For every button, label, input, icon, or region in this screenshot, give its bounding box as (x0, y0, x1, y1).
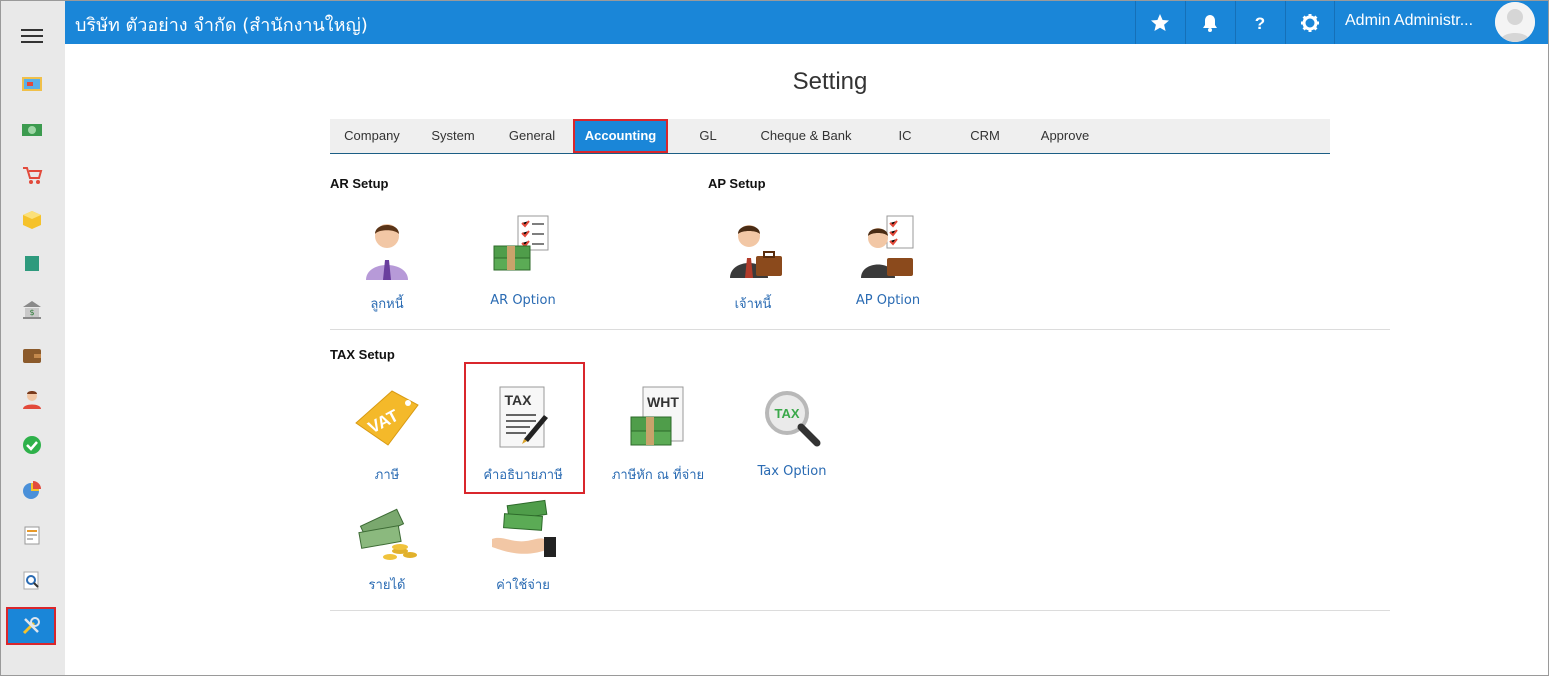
avatar[interactable] (1495, 2, 1535, 42)
creditor-icon (730, 225, 782, 278)
tile-label: ค่าใช้จ่าย (496, 578, 550, 593)
ap-setup-title: AP Setup (708, 176, 766, 191)
user-avatar-icon (1495, 2, 1535, 42)
tile-label: ภาษี (374, 468, 400, 483)
section-divider (330, 329, 1390, 330)
tab-approve[interactable]: Approve (1024, 119, 1106, 153)
tile-expense[interactable]: ค่าใช้จ่าย (463, 493, 583, 595)
expense-icon (492, 499, 556, 557)
tile-label: Tax Option (757, 464, 827, 479)
ar-setup-title: AR Setup (330, 176, 389, 191)
sidebar-item-check[interactable] (11, 427, 53, 463)
bell-icon (1203, 14, 1217, 32)
sidebar-item-report[interactable] (11, 517, 53, 553)
report-icon (24, 526, 40, 545)
sidebar-item-search[interactable] (11, 562, 53, 598)
tax-setup-title: TAX Setup (330, 347, 395, 362)
vat-icon: VAT (355, 390, 419, 446)
menu-icon[interactable] (21, 29, 43, 47)
sidebar-item-money[interactable] (11, 112, 53, 148)
tile-ar-option[interactable]: AR Option (463, 212, 583, 308)
tile-wht[interactable]: WHT ภาษีหัก ณ ที่จ่าย (598, 383, 718, 485)
question-icon: ? (1255, 14, 1265, 33)
gear-icon (1301, 13, 1319, 32)
sidebar-item-book[interactable] (11, 247, 53, 283)
customer-icon (366, 224, 408, 280)
tile-ap-option[interactable]: AP Option (828, 212, 948, 308)
tile-income[interactable]: รายได้ (327, 493, 447, 595)
sidebar-item-box[interactable] (11, 202, 53, 238)
sidebar-item-person[interactable] (11, 382, 53, 418)
tab-system[interactable]: System (414, 119, 492, 153)
money-icon (22, 124, 42, 136)
tab-cheque-bank[interactable]: Cheque & Bank (748, 119, 864, 153)
sidebar-item-wallet[interactable] (11, 337, 53, 373)
svg-text:?: ? (1255, 14, 1265, 33)
tools-icon (22, 617, 40, 635)
tab-company[interactable]: Company (330, 119, 414, 153)
tile-tax-option[interactable]: TAX Tax Option (732, 383, 852, 479)
highlight-box (464, 362, 585, 494)
wallet-icon (23, 349, 41, 363)
tab-ic[interactable]: IC (864, 119, 946, 153)
book-icon (25, 256, 39, 274)
check-icon (23, 436, 41, 454)
income-icon (358, 508, 417, 560)
tab-gl[interactable]: GL (668, 119, 748, 153)
sidebar-item-presentation[interactable] (11, 67, 53, 103)
sidebar: $ (1, 1, 65, 675)
tab-accounting[interactable]: Accounting (573, 119, 668, 153)
company-name[interactable]: บริษัท ตัวอย่าง จำกัด (สำนักงานใหญ่) (75, 10, 368, 39)
tile-vat[interactable]: VAT ภาษี (327, 383, 447, 485)
favorites-button[interactable] (1135, 1, 1184, 44)
tax-option-icon: TAX (765, 391, 821, 447)
page-title: Setting (792, 68, 868, 95)
svg-text:WHT: WHT (647, 394, 679, 410)
pie-chart-icon (23, 481, 41, 499)
tab-general[interactable]: General (492, 119, 572, 153)
top-bar: บริษัท ตัวอย่าง จำกัด (สำนักงานใหญ่) ? A… (65, 1, 1548, 44)
ar-option-icon (493, 215, 549, 271)
tile-label: รายได้ (368, 578, 406, 593)
sidebar-item-bank[interactable]: $ (11, 292, 53, 328)
tile-label: AR Option (490, 293, 556, 308)
tile-label: เจ้าหนี้ (734, 297, 772, 312)
tile-creditor[interactable]: เจ้าหนี้ (693, 212, 813, 314)
ap-option-icon (861, 215, 914, 278)
sidebar-item-cart[interactable] (11, 157, 53, 193)
svg-text:TAX: TAX (774, 406, 799, 421)
box-icon (23, 211, 41, 229)
tab-crm[interactable]: CRM (946, 119, 1024, 153)
notifications-button[interactable] (1185, 1, 1234, 44)
person-icon (23, 391, 41, 409)
bank-icon: $ (23, 301, 41, 319)
cart-icon (23, 167, 43, 184)
window-frame (0, 0, 1549, 676)
sidebar-item-chart[interactable] (11, 472, 53, 508)
settings-button[interactable] (1285, 1, 1334, 44)
help-button[interactable]: ? (1235, 1, 1284, 44)
tile-label: ภาษีหัก ณ ที่จ่าย (611, 468, 705, 483)
wht-icon: WHT (630, 386, 684, 446)
tile-label: AP Option (855, 293, 921, 308)
presentation-icon (22, 77, 42, 91)
star-icon (1151, 13, 1169, 31)
sidebar-item-settings[interactable] (6, 607, 56, 645)
search-icon (23, 571, 39, 590)
section-divider (330, 610, 1390, 611)
settings-tabs: Company System General Accounting GL Che… (330, 119, 1330, 154)
tile-customer[interactable]: ลูกหนี้ (327, 212, 447, 314)
svg-text:$: $ (29, 308, 34, 317)
tile-label: ลูกหนี้ (370, 297, 404, 312)
